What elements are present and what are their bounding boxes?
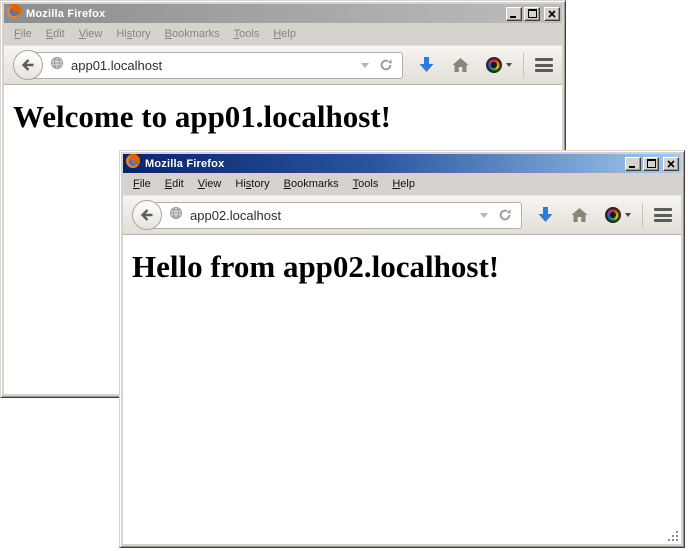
site-identity-globe-icon[interactable] bbox=[169, 206, 183, 225]
page-content: Hello from app02.localhost! bbox=[123, 235, 681, 544]
url-bar[interactable]: app02.localhost bbox=[147, 202, 522, 229]
addon-dropdown-caret-icon bbox=[506, 63, 512, 67]
menu-view[interactable]: View bbox=[191, 175, 229, 193]
minimize-button[interactable] bbox=[506, 7, 522, 21]
colorwheel-addon-button[interactable] bbox=[486, 57, 512, 73]
home-button[interactable] bbox=[571, 207, 588, 223]
menu-edit[interactable]: Edit bbox=[158, 175, 191, 193]
menu-help[interactable]: Help bbox=[385, 175, 422, 193]
addon-dropdown-caret-icon bbox=[625, 213, 631, 217]
site-identity-globe-icon[interactable] bbox=[50, 56, 64, 75]
firefox-logo-icon[interactable] bbox=[6, 3, 22, 24]
minimize-button[interactable] bbox=[625, 157, 641, 171]
downloads-button[interactable] bbox=[418, 56, 435, 74]
urlbar-dropdown-icon[interactable] bbox=[480, 213, 488, 218]
app-menu-button[interactable] bbox=[654, 208, 672, 222]
downloads-button[interactable] bbox=[537, 206, 554, 224]
titlebar[interactable]: Mozilla Firefox bbox=[123, 154, 681, 173]
window-controls bbox=[625, 157, 679, 171]
menu-bar: File Edit View History Bookmarks Tools H… bbox=[123, 173, 681, 195]
back-button[interactable] bbox=[132, 200, 162, 230]
url-text: app01.localhost bbox=[71, 58, 162, 73]
maximize-button[interactable] bbox=[643, 157, 659, 171]
menu-help[interactable]: Help bbox=[266, 25, 303, 43]
toolbar-separator bbox=[642, 203, 643, 227]
home-button[interactable] bbox=[452, 57, 469, 73]
page-heading: Welcome to app01.localhost! bbox=[4, 85, 562, 135]
colorwheel-addon-button[interactable] bbox=[605, 207, 631, 223]
hamburger-icon bbox=[535, 58, 553, 72]
navigation-toolbar: app02.localhost bbox=[123, 195, 681, 235]
app-menu-button[interactable] bbox=[535, 58, 553, 72]
browser-window-app02: Mozilla Firefox File Edit View History B… bbox=[119, 150, 685, 548]
close-button[interactable] bbox=[544, 7, 560, 21]
page-heading: Hello from app02.localhost! bbox=[123, 235, 681, 285]
reload-icon[interactable] bbox=[498, 208, 512, 222]
menu-bar: File Edit View History Bookmarks Tools H… bbox=[4, 23, 562, 45]
url-text: app02.localhost bbox=[190, 208, 281, 223]
menu-history[interactable]: History bbox=[109, 25, 157, 43]
menu-file[interactable]: File bbox=[7, 25, 39, 43]
menu-history[interactable]: History bbox=[228, 175, 276, 193]
colorwheel-icon bbox=[486, 57, 502, 73]
resize-grip[interactable] bbox=[667, 530, 680, 543]
back-button[interactable] bbox=[13, 50, 43, 80]
menu-tools[interactable]: Tools bbox=[227, 25, 267, 43]
maximize-button[interactable] bbox=[524, 7, 540, 21]
close-button[interactable] bbox=[663, 157, 679, 171]
menu-bookmarks[interactable]: Bookmarks bbox=[158, 25, 227, 43]
menu-edit[interactable]: Edit bbox=[39, 25, 72, 43]
menu-file[interactable]: File bbox=[126, 175, 158, 193]
colorwheel-icon bbox=[605, 207, 621, 223]
toolbar-separator bbox=[523, 53, 524, 77]
window-controls bbox=[506, 7, 560, 21]
reload-icon[interactable] bbox=[379, 58, 393, 72]
menu-view[interactable]: View bbox=[72, 25, 110, 43]
navigation-toolbar: app01.localhost bbox=[4, 45, 562, 85]
menu-bookmarks[interactable]: Bookmarks bbox=[277, 175, 346, 193]
menu-tools[interactable]: Tools bbox=[346, 175, 386, 193]
urlbar-dropdown-icon[interactable] bbox=[361, 63, 369, 68]
window-title: Mozilla Firefox bbox=[26, 8, 105, 20]
window-title: Mozilla Firefox bbox=[145, 158, 224, 170]
url-bar[interactable]: app01.localhost bbox=[28, 52, 403, 79]
firefox-logo-icon[interactable] bbox=[125, 153, 141, 174]
titlebar[interactable]: Mozilla Firefox bbox=[4, 4, 562, 23]
hamburger-icon bbox=[654, 208, 672, 222]
